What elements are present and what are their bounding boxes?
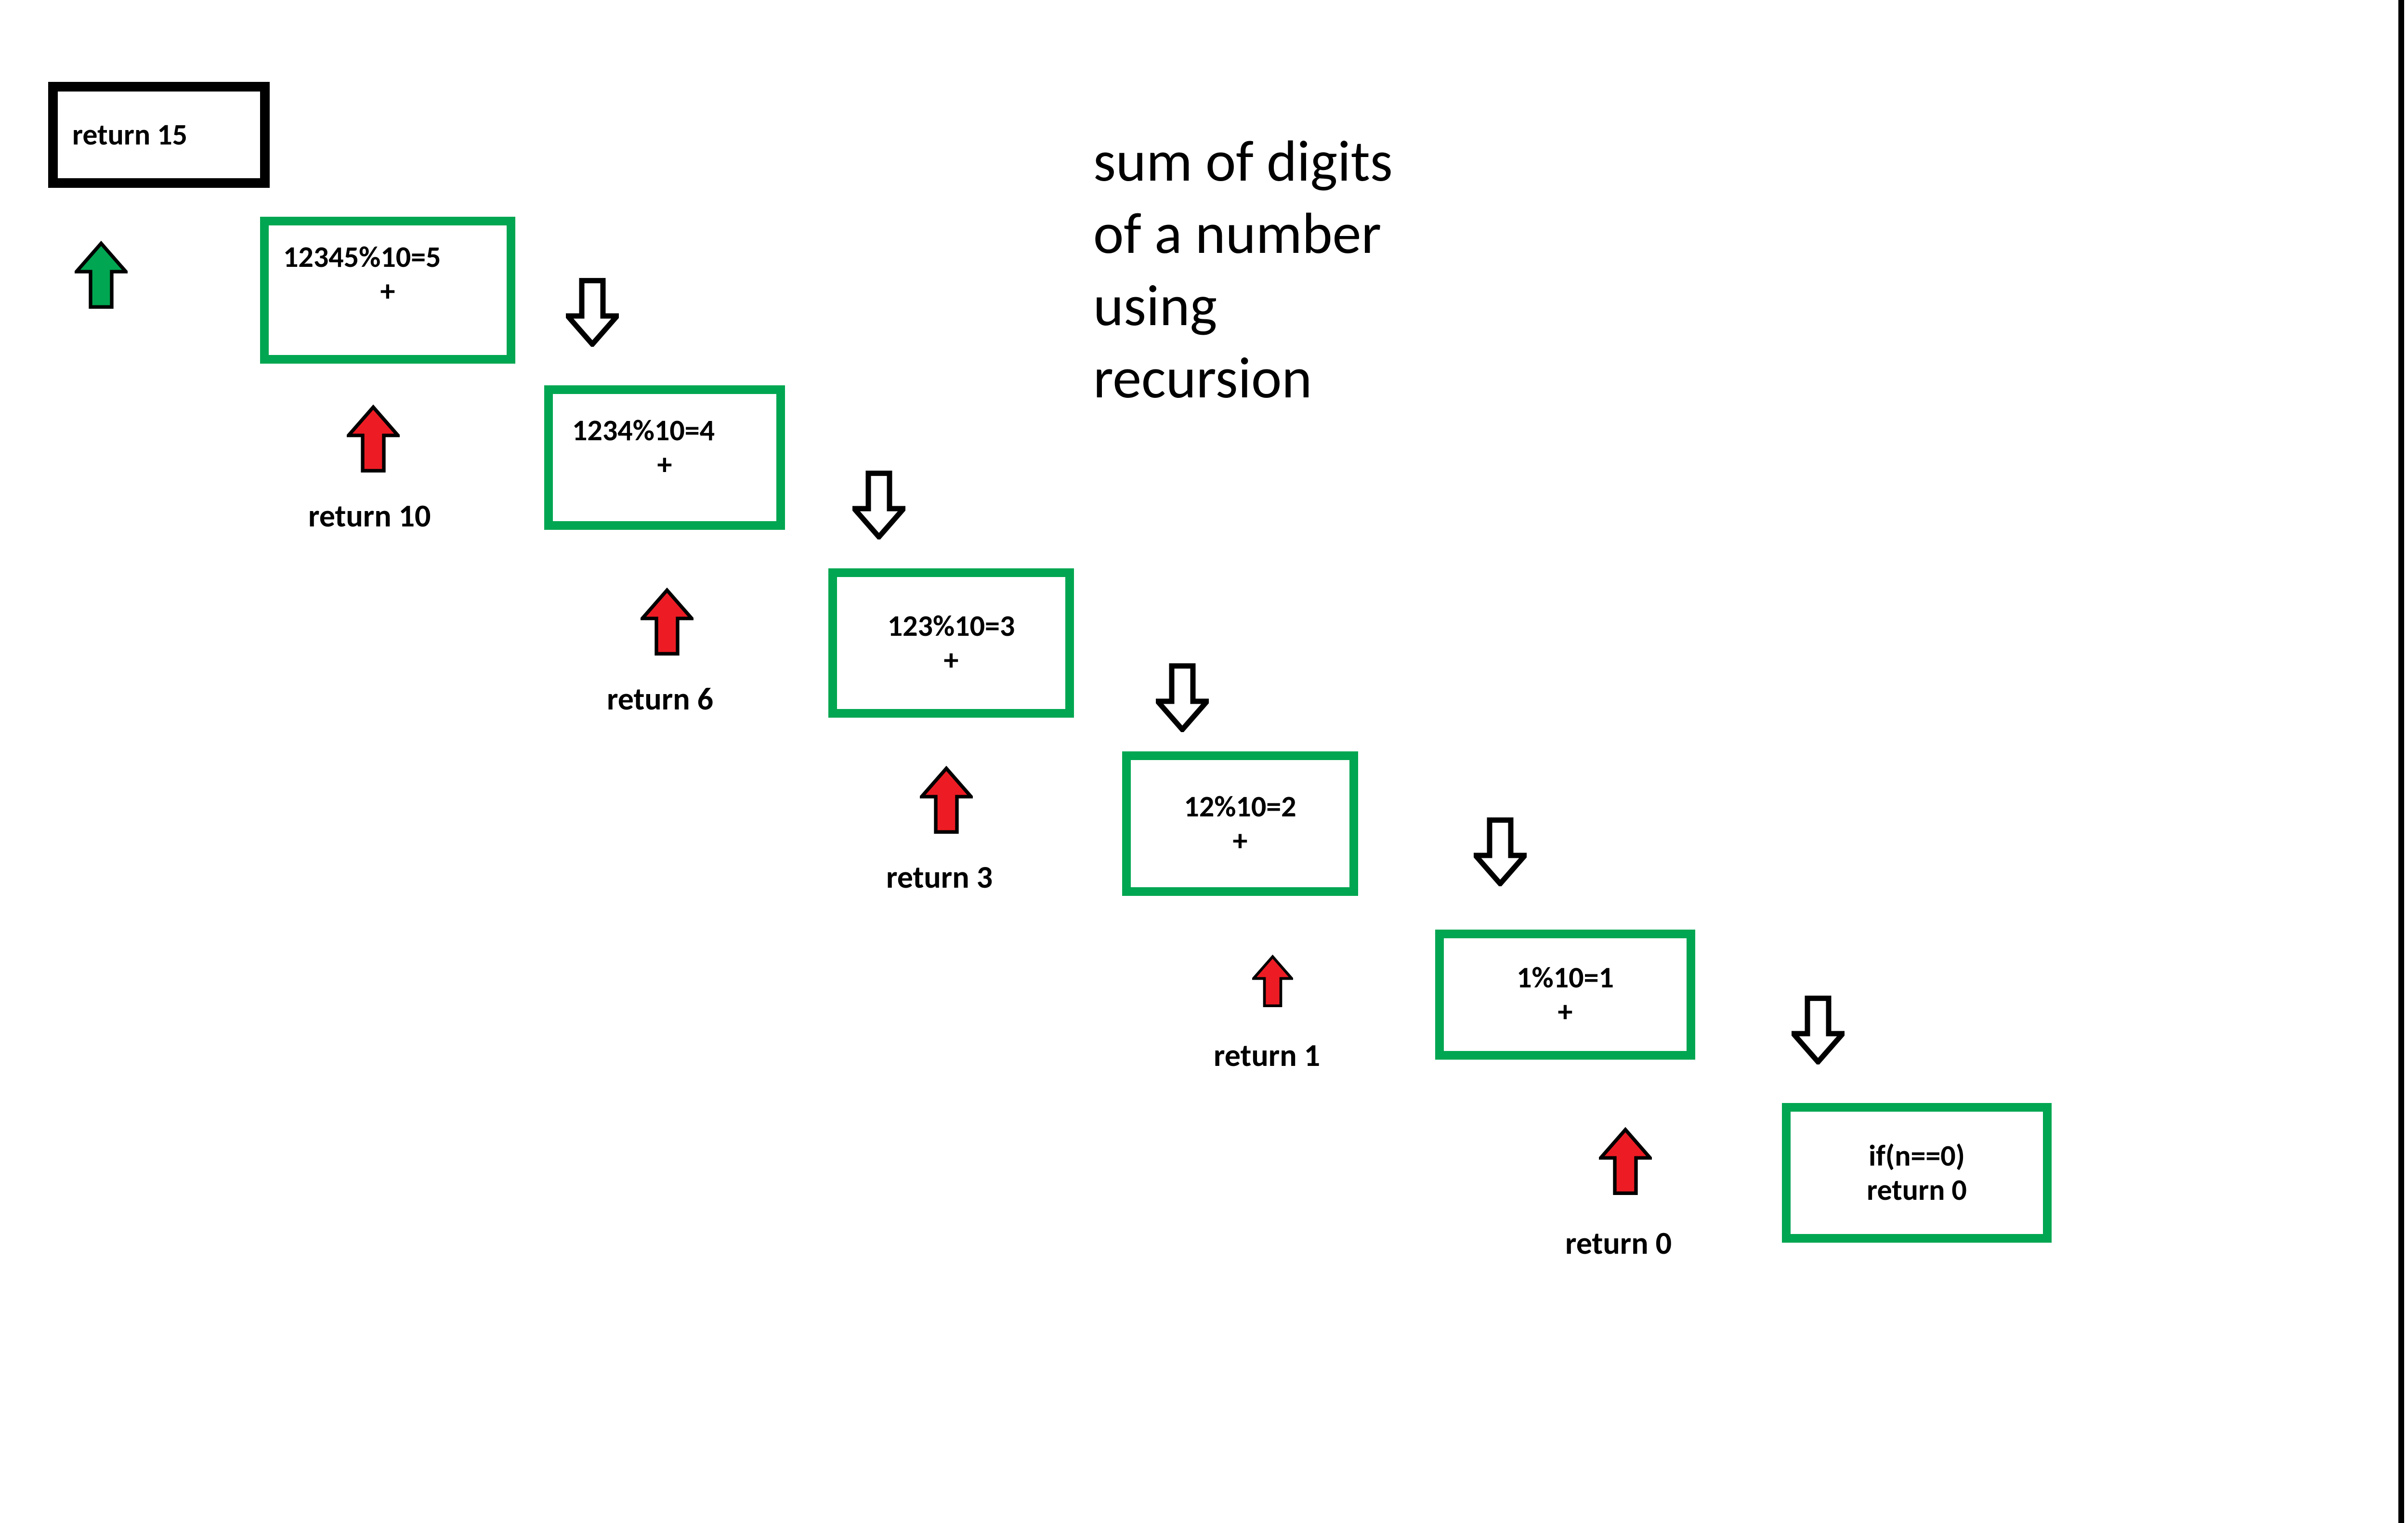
result-text: return 15 — [72, 118, 187, 152]
right-divider — [2398, 0, 2404, 1523]
result-box: return 15 — [48, 82, 270, 188]
step-5-expr: 1%10=1 — [1517, 960, 1614, 995]
return-label-2: return 6 — [607, 679, 713, 718]
base-case-box: if(n==0) return 0 — [1782, 1103, 2052, 1243]
down-arrow-icon-4 — [1474, 814, 1527, 886]
title-line-2: of a number — [1093, 197, 1393, 270]
up-arrow-icon-red-5 — [1599, 1127, 1652, 1199]
step-4-expr: 12%10=2 — [1184, 789, 1296, 824]
down-arrow-icon-1 — [566, 275, 619, 347]
step-2-plus: + — [657, 447, 672, 482]
step-5-plus: + — [1558, 995, 1573, 1029]
step-1-plus: + — [380, 274, 395, 308]
return-label-4: return 1 — [1214, 1036, 1320, 1075]
step-3-plus: + — [944, 643, 959, 677]
step-box-3: 123%10=3 + — [828, 568, 1074, 718]
step-1-expr: 12345%10=5 — [283, 240, 441, 274]
step-4-plus: + — [1233, 824, 1248, 858]
step-box-4: 12%10=2 + — [1122, 751, 1358, 896]
title-line-4: recursion — [1093, 342, 1393, 414]
return-label-3: return 3 — [886, 857, 993, 896]
up-arrow-icon-red-4 — [1252, 954, 1293, 1011]
down-arrow-icon-2 — [852, 467, 905, 539]
down-arrow-icon-5 — [1792, 992, 1845, 1064]
diagram-canvas: sum of digits of a number using recursio… — [0, 0, 2408, 1523]
down-arrow-icon-3 — [1156, 660, 1209, 732]
diagram-title: sum of digits of a number using recursio… — [1093, 125, 1393, 414]
step-box-5: 1%10=1 + — [1435, 930, 1695, 1060]
title-line-3: using — [1093, 270, 1393, 342]
step-3-expr: 123%10=3 — [888, 609, 1015, 643]
step-2-expr: 1234%10=4 — [572, 413, 715, 447]
base-case-line1: if(n==0) — [1869, 1139, 1965, 1173]
title-line-1: sum of digits — [1093, 125, 1393, 197]
up-arrow-icon-red-1 — [347, 405, 400, 477]
return-label-5: return 0 — [1565, 1223, 1672, 1262]
up-arrow-icon-red-2 — [641, 588, 694, 660]
base-case-line2: return 0 — [1867, 1173, 1967, 1207]
return-label-1: return 10 — [308, 496, 431, 535]
up-arrow-icon-red-3 — [920, 766, 973, 838]
step-box-2: 1234%10=4 + — [544, 385, 785, 530]
step-box-1: 12345%10=5 + — [260, 217, 515, 364]
up-arrow-icon-green — [75, 241, 128, 313]
